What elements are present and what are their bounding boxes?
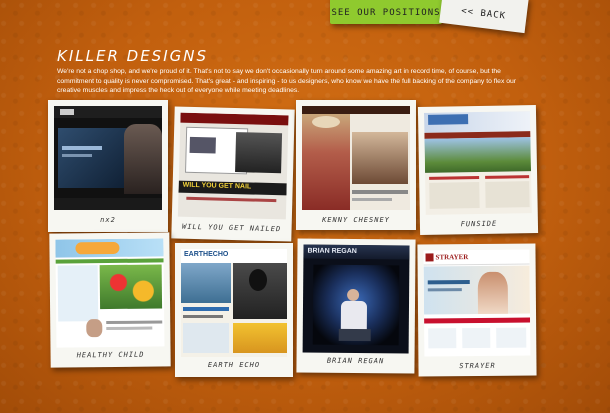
design-caption: BRIAN REGAN: [326, 356, 385, 366]
design-thumbnail: [54, 106, 162, 210]
design-caption: nx2: [100, 216, 116, 224]
design-thumbnail: [302, 106, 410, 210]
section-title: KILLER DESIGNS: [57, 47, 208, 65]
photo-logo: EARTHECHO: [184, 251, 229, 258]
back-tab[interactable]: << BACK: [439, 0, 529, 34]
design-caption: STRAYER: [459, 361, 496, 371]
design-caption: HEALTHY CHILD: [76, 350, 145, 360]
design-card-nx2[interactable]: nx2: [48, 100, 168, 232]
photo-headline: BRIAN REGAN: [307, 247, 357, 256]
design-card-earth-echo[interactable]: EARTHECHO EARTH ECHO: [175, 243, 293, 377]
design-card-will-you-get-nailed[interactable]: WILL YOU GET NAIL WILL YOU GET NAILED: [171, 106, 295, 242]
photo-logo: STRAYER: [435, 253, 469, 262]
design-caption: FUNSIDE: [460, 219, 498, 229]
design-thumbnail: [423, 111, 532, 215]
design-thumbnail: BRIAN REGAN: [302, 244, 410, 354]
see-our-positions-tab[interactable]: SEE OUR POSITIONS: [330, 0, 442, 24]
design-card-healthy-child[interactable]: HEALTHY CHILD: [49, 232, 171, 368]
back-label: << BACK: [460, 6, 507, 22]
design-thumbnail: STRAYER: [423, 249, 531, 357]
design-caption: EARTH ECHO: [207, 361, 261, 369]
design-card-kenny-chesney[interactable]: KENNY CHESNEY: [296, 100, 416, 230]
design-card-brian-regan[interactable]: BRIAN REGAN BRIAN REGAN: [296, 238, 416, 374]
design-caption: WILL YOU GET NAILED: [181, 222, 282, 234]
section-intro: We're not a chop shop, and we're proud o…: [57, 68, 517, 95]
design-thumbnail: WILL YOU GET NAIL: [177, 112, 289, 220]
design-thumbnail: [55, 238, 165, 348]
design-caption: KENNY CHESNEY: [322, 216, 390, 224]
design-thumbnail: EARTHECHO: [181, 249, 287, 357]
design-card-strayer[interactable]: STRAYER STRAYER: [417, 243, 537, 377]
see-our-positions-label: SEE OUR POSITIONS: [331, 8, 441, 18]
design-card-funside[interactable]: FUNSIDE: [417, 104, 539, 236]
